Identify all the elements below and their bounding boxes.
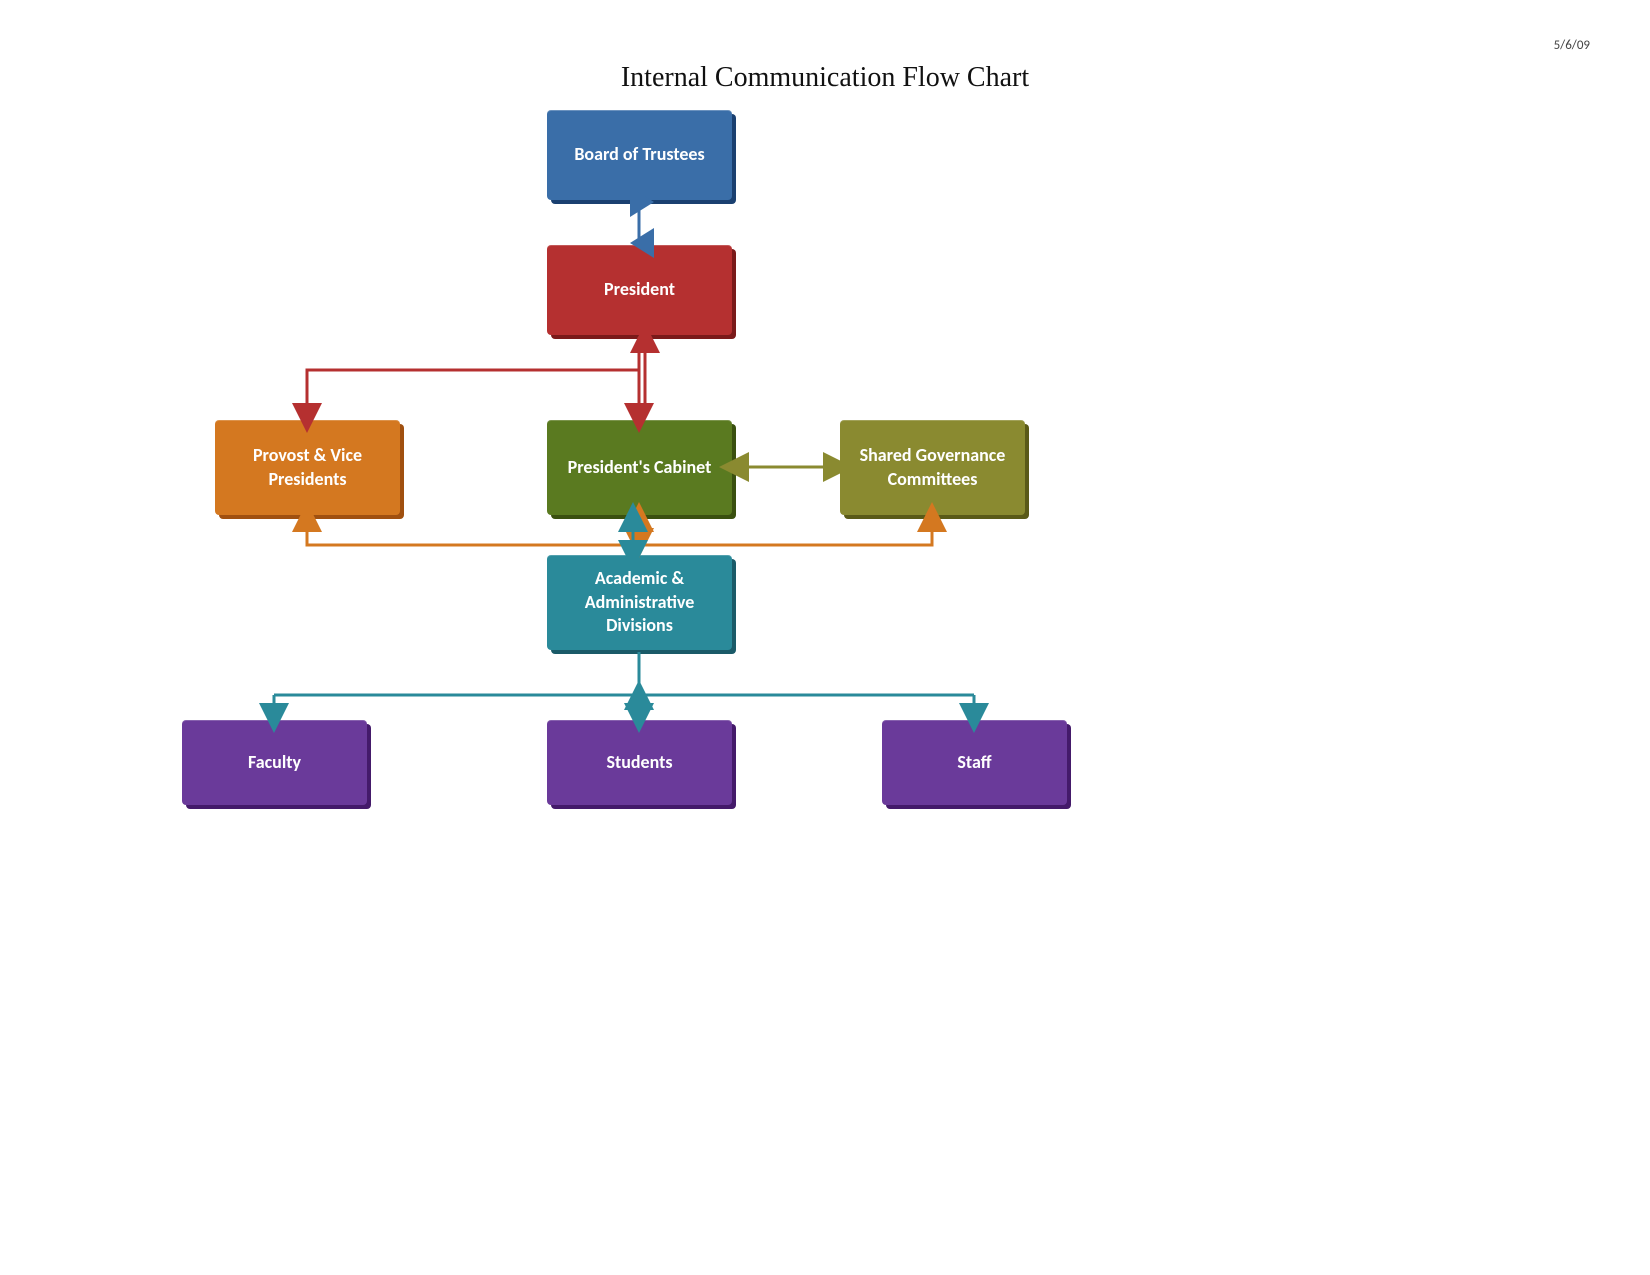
shared-governance-box: Shared Governance Committees — [840, 420, 1025, 515]
provost-box: Provost & Vice Presidents — [215, 420, 400, 515]
academic-divisions-box: Academic & Administrative Divisions — [547, 555, 732, 650]
arrows-overlay — [0, 0, 1650, 1275]
president-box: President — [547, 245, 732, 335]
arrow-orange-bottom — [307, 517, 932, 545]
staff-box: Staff — [882, 720, 1067, 805]
page-title: Internal Communication Flow Chart — [0, 62, 1650, 94]
board-of-trustees-box: Board of Trustees — [547, 110, 732, 200]
arrow-president-provost — [307, 370, 639, 418]
faculty-box: Faculty — [182, 720, 367, 805]
date-label: 5/6/09 — [1554, 38, 1590, 53]
students-box: Students — [547, 720, 732, 805]
presidents-cabinet-box: President's Cabinet — [547, 420, 732, 515]
